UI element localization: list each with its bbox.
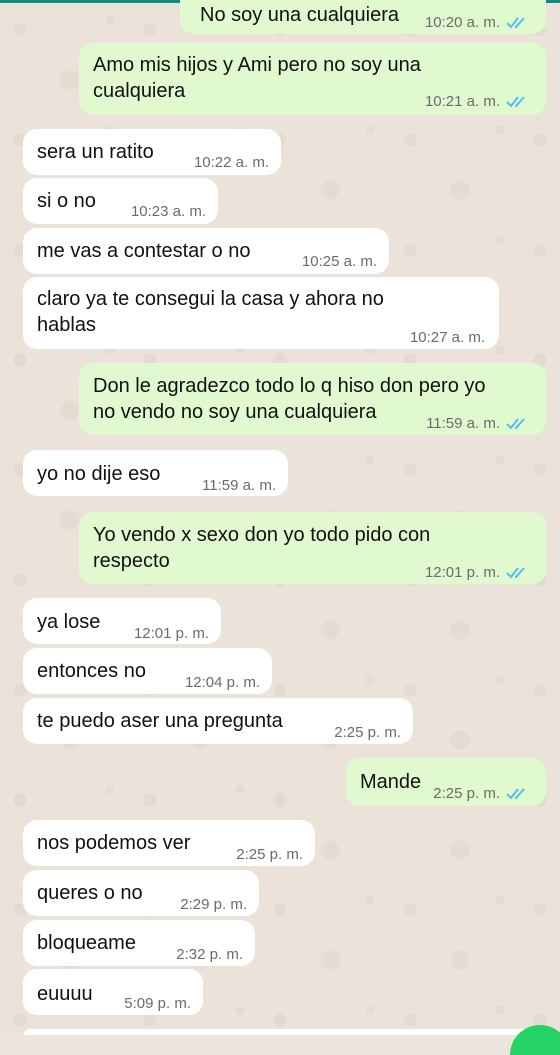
message-time: 10:22 a. m.: [193, 154, 269, 171]
incoming-message[interactable]: euuuu 5:09 p. m.: [23, 969, 203, 1015]
message-text: yo no dije eso: [37, 463, 161, 485]
message-meta: 11:59 a. m.: [426, 411, 532, 437]
message-time: 10:27 a. m.: [409, 329, 485, 346]
message-text: Yo vendo x sexo don yo todo pido con res…: [93, 524, 431, 572]
outgoing-message[interactable]: Mande 2:25 p. m.: [346, 758, 546, 806]
message-text: te puedo aser una pregunta: [37, 710, 283, 732]
message-time: 2:25 p. m.: [334, 724, 401, 741]
message-meta: 5:09 p. m.: [124, 991, 191, 1017]
message-time: 10:25 a. m.: [301, 253, 377, 270]
message-meta: 12:01 p. m.: [134, 621, 209, 647]
incoming-message[interactable]: yo no dije eso 11:59 a. m.: [23, 450, 288, 496]
outgoing-message[interactable]: Amo mis hijos y Ami pero no soy una cual…: [79, 43, 546, 115]
message-time: 10:20 a. m.: [424, 14, 500, 31]
incoming-message[interactable]: claro ya te consegui la casa y ahora no …: [23, 277, 499, 349]
incoming-message[interactable]: nos podemos ver 2:25 p. m.: [23, 820, 315, 866]
message-text: nos podemos ver: [37, 832, 191, 854]
message-meta: 2:32 p. m.: [176, 942, 243, 968]
incoming-message[interactable]: entonces no 12:04 p. m.: [23, 648, 272, 694]
incoming-message[interactable]: me vas a contestar o no 10:25 a. m.: [23, 228, 389, 274]
message-meta: 2:25 p. m.: [236, 842, 303, 868]
message-time: 5:09 p. m.: [124, 995, 191, 1012]
incoming-message[interactable]: ya lose 12:01 p. m.: [23, 598, 221, 644]
double-check-icon: [506, 418, 525, 430]
incoming-message[interactable]: sera un ratito 10:22 a. m.: [23, 129, 281, 175]
message-time: 2:29 p. m.: [180, 896, 247, 913]
message-meta: 11:59 a. m.: [202, 473, 276, 499]
message-meta: 10:20 a. m.: [425, 10, 532, 36]
message-text: Mande: [360, 771, 422, 793]
outgoing-message[interactable]: Yo vendo x sexo don yo todo pido con res…: [79, 512, 546, 584]
message-time: 11:59 a. m.: [426, 415, 500, 432]
message-text: si o no: [37, 190, 96, 212]
incoming-message[interactable]: si o no 10:23 a. m.: [23, 178, 218, 224]
message-text: euuuu: [37, 983, 93, 1005]
message-time: 11:59 a. m.: [202, 477, 276, 494]
message-meta: 2:29 p. m.: [180, 892, 247, 918]
message-meta: 10:22 a. m.: [194, 150, 269, 176]
double-check-icon: [506, 788, 525, 800]
message-text: entonces no: [37, 660, 146, 682]
message-text: No soy una cualquiera: [200, 4, 400, 26]
message-time: 2:25 p. m.: [433, 785, 500, 802]
message-time: 12:01 p. m.: [424, 564, 500, 581]
message-meta: 2:25 p. m.: [334, 720, 401, 746]
message-time: 2:32 p. m.: [176, 946, 243, 963]
message-text: ya lose: [37, 611, 101, 633]
message-meta: 12:01 p. m.: [425, 560, 532, 586]
double-check-icon: [506, 17, 525, 29]
incoming-message[interactable]: bloqueame 2:32 p. m.: [23, 920, 255, 966]
message-meta: 10:23 a. m.: [131, 199, 206, 225]
message-text: claro ya te consegui la casa y ahora no …: [37, 288, 384, 336]
message-time: 12:01 p. m.: [133, 625, 209, 642]
message-meta: 10:21 a. m.: [425, 89, 532, 115]
message-time: 12:04 p. m.: [184, 674, 260, 691]
outgoing-message[interactable]: Don le agradezco todo lo q hiso don pero…: [79, 363, 546, 435]
message-meta: 10:25 a. m.: [302, 249, 377, 275]
message-text: bloqueame: [37, 932, 136, 954]
message-meta: 12:04 p. m.: [185, 670, 260, 696]
incoming-message[interactable]: te puedo aser una pregunta 2:25 p. m.: [23, 698, 413, 744]
message-meta: 2:25 p. m.: [433, 781, 532, 807]
next-message-edge: [24, 1029, 544, 1035]
message-text: sera un ratito: [37, 141, 154, 163]
message-text: queres o no: [37, 882, 143, 904]
double-check-icon: [506, 567, 525, 579]
double-check-icon: [506, 96, 525, 108]
message-time: 2:25 p. m.: [236, 846, 303, 863]
message-text: me vas a contestar o no: [37, 240, 251, 262]
message-text: Amo mis hijos y Ami pero no soy una cual…: [93, 54, 421, 102]
incoming-message[interactable]: queres o no 2:29 p. m.: [23, 870, 259, 916]
outgoing-message[interactable]: No soy una cualquiera 10:20 a. m.: [180, 0, 546, 34]
message-time: 10:23 a. m.: [130, 203, 206, 220]
message-time: 10:21 a. m.: [424, 93, 500, 110]
message-meta: 10:27 a. m.: [410, 325, 485, 351]
